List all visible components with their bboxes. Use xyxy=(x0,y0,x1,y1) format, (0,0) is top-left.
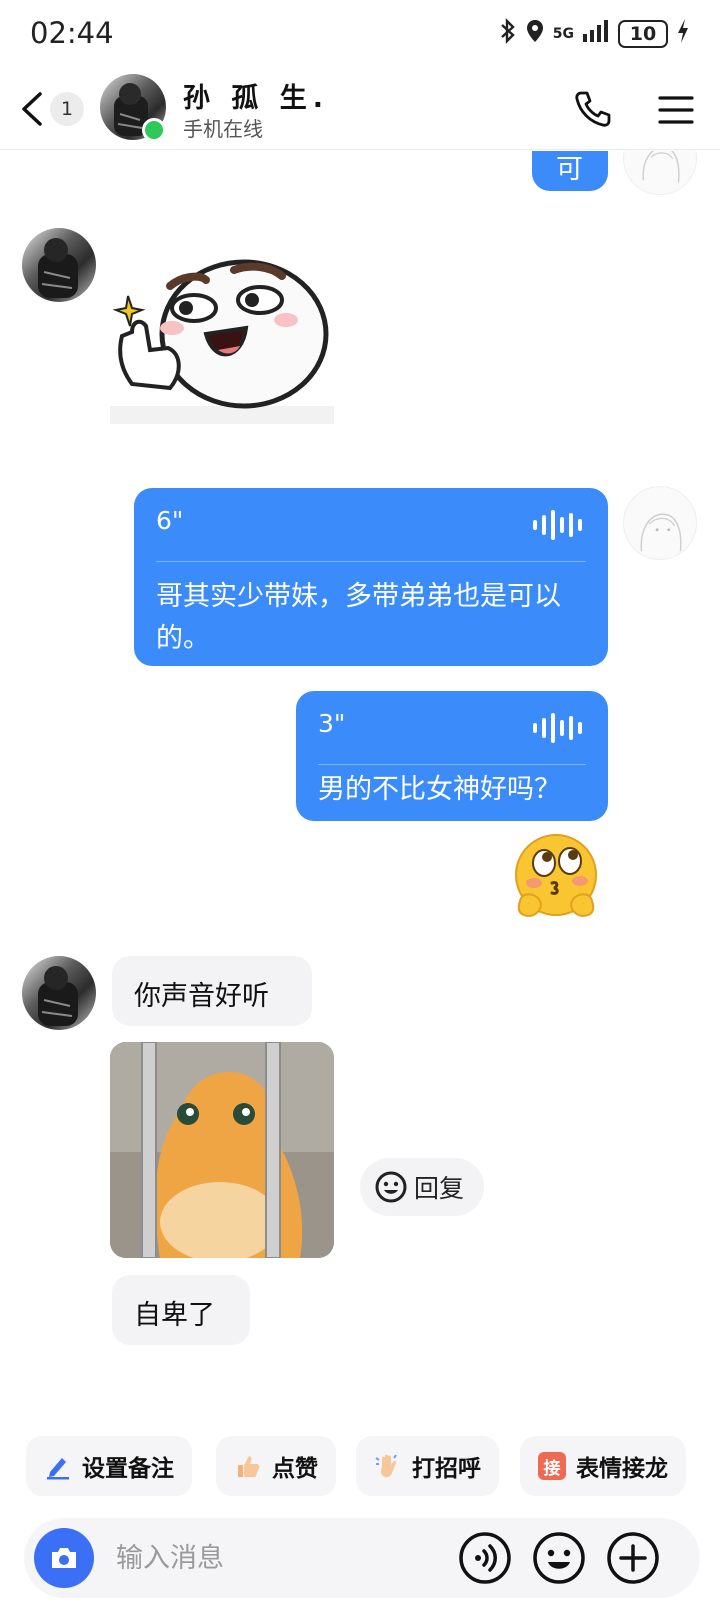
voice-duration: 6" xyxy=(156,506,184,535)
plus-icon xyxy=(607,1532,659,1584)
charging-icon xyxy=(676,18,690,49)
like-label: 点赞 xyxy=(272,1456,318,1482)
voice-transcript: 男的不比女神好吗？ xyxy=(318,774,561,805)
online-status-dot xyxy=(142,118,166,142)
message-text: 自卑了 xyxy=(134,1300,215,1331)
more-button[interactable] xyxy=(605,1530,661,1586)
my-avatar[interactable] xyxy=(623,151,697,195)
camera-button[interactable] xyxy=(34,1528,94,1588)
message-input[interactable] xyxy=(116,1532,436,1584)
voice-transcript: 哥其实少带妹，多带弟弟也是可以的。 xyxy=(156,581,561,654)
unread-count-badge[interactable]: 1 xyxy=(50,92,84,126)
quick-actions-bar: 设置备注 点赞 打招呼 接 表情接龙 xyxy=(0,1436,720,1498)
contact-avatar[interactable] xyxy=(22,956,96,1030)
hamburger-menu-icon xyxy=(658,96,694,124)
message-input-bar xyxy=(24,1518,700,1598)
smiley-icon xyxy=(375,1171,407,1203)
sticker-chain-label: 表情接龙 xyxy=(576,1456,668,1482)
chat-header: 1 孙 孤 生. 手机在线 xyxy=(0,70,720,150)
contact-name[interactable]: 孙 孤 生. xyxy=(183,76,329,115)
menu-button[interactable] xyxy=(656,90,696,130)
status-bar: 02:44 5G 10 xyxy=(0,0,720,70)
emoji-icon xyxy=(533,1532,585,1584)
phone-icon xyxy=(575,91,611,127)
message-bubble-incoming[interactable]: 自卑了 xyxy=(112,1275,250,1345)
contact-online-status: 手机在线 xyxy=(183,117,263,141)
location-icon xyxy=(525,18,545,49)
wave-hand-icon xyxy=(374,1452,402,1480)
reply-label: 回复 xyxy=(414,1174,465,1203)
bluetooth-icon xyxy=(499,18,517,49)
voice-message-outgoing[interactable]: 3" 男的不比女神好吗？ xyxy=(296,691,608,821)
signal-icon xyxy=(582,18,610,49)
greet-button[interactable]: 打招呼 xyxy=(356,1436,499,1496)
back-button[interactable] xyxy=(14,84,54,134)
status-icons: 5G 10 xyxy=(499,18,690,49)
battery-indicator: 10 xyxy=(618,19,668,48)
voice-wave-icon xyxy=(533,510,582,540)
status-time: 02:44 xyxy=(30,16,114,50)
reply-button[interactable]: 回复 xyxy=(360,1158,484,1216)
chevron-left-icon xyxy=(22,92,42,126)
voice-message-outgoing[interactable]: 6" 哥其实少带妹，多带弟弟也是可以的。 xyxy=(134,488,608,666)
set-remark-button[interactable]: 设置备注 xyxy=(26,1436,192,1496)
message-bubble-incoming[interactable]: 你声音好听 xyxy=(112,956,312,1026)
emoji-button[interactable] xyxy=(531,1530,587,1586)
my-avatar[interactable] xyxy=(623,486,697,560)
chat-message-list[interactable]: 可 6" 哥其实少带妹，多带弟弟也是可以的。 3" 男的不比女神好吗？ 你声音好… xyxy=(0,151,720,1421)
message-text: 可 xyxy=(556,154,583,185)
voice-divider xyxy=(318,764,586,765)
camera-icon xyxy=(52,1548,76,1568)
greet-label: 打招呼 xyxy=(412,1456,481,1482)
thinking-face-emoji[interactable] xyxy=(510,831,602,923)
message-text: 你声音好听 xyxy=(134,981,269,1012)
set-remark-label: 设置备注 xyxy=(82,1456,174,1482)
phone-call-button[interactable] xyxy=(572,88,614,130)
voice-wave-icon xyxy=(533,713,582,743)
sticker-chain-button[interactable]: 接 表情接龙 xyxy=(520,1436,686,1496)
image-message[interactable] xyxy=(110,1042,334,1258)
network-label: 5G xyxy=(552,25,574,42)
like-button[interactable]: 点赞 xyxy=(216,1436,336,1496)
thumbs-up-icon xyxy=(234,1452,262,1480)
thumbs-up-sticker[interactable] xyxy=(110,256,334,424)
pen-icon xyxy=(44,1452,72,1480)
message-bubble-outgoing[interactable]: 可 xyxy=(532,151,608,191)
voice-input-button[interactable] xyxy=(457,1530,513,1586)
voice-icon xyxy=(459,1532,511,1584)
voice-duration: 3" xyxy=(318,709,346,738)
contact-avatar[interactable] xyxy=(22,228,96,302)
voice-divider xyxy=(156,561,586,562)
jie-badge-icon: 接 xyxy=(538,1452,566,1480)
